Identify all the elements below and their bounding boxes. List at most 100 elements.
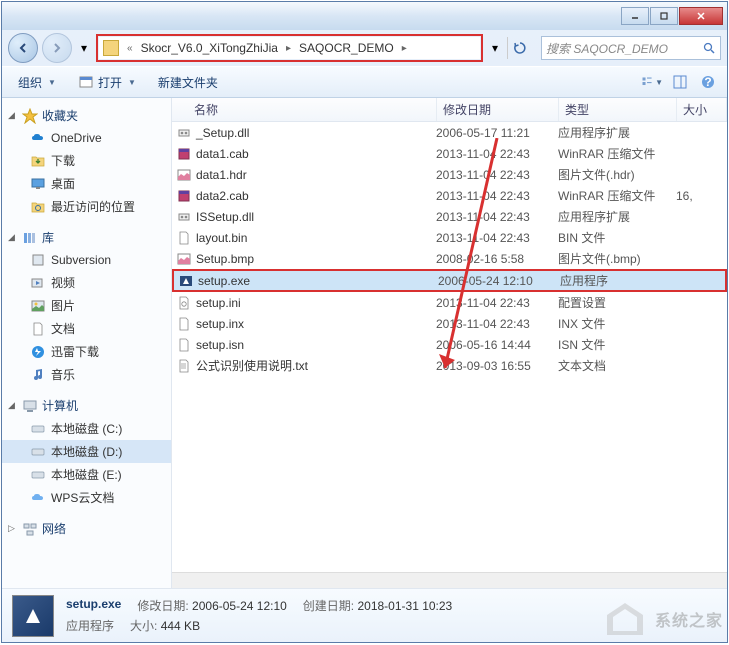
breadcrumb-highlight: « Skocr_V6.0_XiTongZhiJia ▸ SAQOCR_DEMO … xyxy=(96,34,483,62)
file-row[interactable]: ISSetup.dll2013-11-04 22:43应用程序扩展 xyxy=(172,206,727,227)
sidebar-item-disk-d[interactable]: 本地磁盘 (D:) xyxy=(2,440,171,463)
sidebar-item-documents[interactable]: 文档 xyxy=(2,317,171,340)
sidebar-item-videos[interactable]: 视频 xyxy=(2,271,171,294)
forward-button[interactable] xyxy=(42,33,72,63)
file-pane: 名称 修改日期 类型 大小 _Setup.dll2006-05-17 11:21… xyxy=(172,98,727,588)
back-button[interactable] xyxy=(8,33,38,63)
cloud-icon xyxy=(30,130,46,146)
image-icon xyxy=(176,167,192,183)
collapse-icon: ◢ xyxy=(8,232,18,243)
sidebar-computer-header[interactable]: ◢计算机 xyxy=(2,394,171,417)
document-icon xyxy=(30,321,46,337)
preview-pane-button[interactable] xyxy=(669,71,691,93)
star-icon xyxy=(22,108,38,124)
column-size[interactable]: 大小 xyxy=(677,98,727,121)
view-options-button[interactable]: ▼ xyxy=(641,71,663,93)
exe-icon xyxy=(178,273,194,289)
chevron-right-icon[interactable]: ▸ xyxy=(286,43,291,54)
cloud-icon xyxy=(30,490,46,506)
xunlei-icon xyxy=(30,344,46,360)
maximize-button[interactable] xyxy=(650,7,678,25)
image-icon xyxy=(176,251,192,267)
file-row[interactable]: setup.inx2013-11-04 22:43INX 文件 xyxy=(172,313,727,334)
sidebar-item-disk-e[interactable]: 本地磁盘 (E:) xyxy=(2,463,171,486)
file-icon xyxy=(176,230,192,246)
organize-button[interactable]: 组织▼ xyxy=(10,71,64,94)
nav-history-dropdown[interactable]: ▾ xyxy=(76,36,92,60)
computer-icon xyxy=(22,398,38,414)
search-input[interactable]: 搜索 SAQOCR_DEMO xyxy=(541,36,721,60)
details-moddate-label: 修改日期: xyxy=(137,599,188,613)
library-icon xyxy=(22,230,38,246)
column-headers: 名称 修改日期 类型 大小 xyxy=(172,98,727,122)
archive-icon xyxy=(176,146,192,162)
file-row[interactable]: layout.bin2013-11-04 22:43BIN 文件 xyxy=(172,227,727,248)
toolbar: 组织▼ 打开▼ 新建文件夹 ▼ ? xyxy=(2,66,727,98)
sidebar: ◢收藏夹 OneDrive 下载 桌面 最近访问的位置 ◢库 Subversio… xyxy=(2,98,172,588)
file-thumbnail xyxy=(12,595,54,637)
file-icon xyxy=(176,316,192,332)
video-icon xyxy=(30,275,46,291)
dropdown-icon: ▼ xyxy=(655,78,663,87)
column-type[interactable]: 类型 xyxy=(559,98,677,121)
disk-icon xyxy=(30,467,46,483)
sidebar-favorites-header[interactable]: ◢收藏夹 xyxy=(2,104,171,127)
file-row[interactable]: Setup.bmp2008-02-16 5:58图片文件(.bmp) xyxy=(172,248,727,269)
breadcrumb[interactable]: « Skocr_V6.0_XiTongZhiJia ▸ SAQOCR_DEMO … xyxy=(99,37,480,59)
file-row[interactable]: data1.cab2013-11-04 22:43WinRAR 压缩文件 xyxy=(172,143,727,164)
sidebar-item-pictures[interactable]: 图片 xyxy=(2,294,171,317)
file-row[interactable]: 公式识别使用说明.txt2013-09-03 16:55文本文档 xyxy=(172,355,727,376)
sidebar-item-onedrive[interactable]: OneDrive xyxy=(2,127,171,149)
details-size: 444 KB xyxy=(161,619,200,633)
music-icon xyxy=(30,367,46,383)
search-placeholder: 搜索 SAQOCR_DEMO xyxy=(542,40,698,57)
network-icon xyxy=(22,521,38,537)
breadcrumb-dropdown[interactable]: ▾ xyxy=(487,36,503,60)
column-name[interactable]: 名称 xyxy=(172,98,437,121)
sidebar-item-wps-cloud[interactable]: WPS云文档 xyxy=(2,486,171,509)
sidebar-item-subversion[interactable]: Subversion xyxy=(2,249,171,271)
details-pane: setup.exe 修改日期: 2006-05-24 12:10 创建日期: 2… xyxy=(2,588,727,642)
sidebar-item-downloads[interactable]: 下载 xyxy=(2,149,171,172)
folder-icon xyxy=(103,40,119,56)
minimize-button[interactable] xyxy=(621,7,649,25)
chevron-right-icon[interactable]: ▸ xyxy=(402,43,407,54)
dll-icon xyxy=(176,125,192,141)
file-row-selected[interactable]: setup.exe2006-05-24 12:10应用程序 xyxy=(172,269,727,292)
file-row[interactable]: setup.isn2006-05-16 14:44ISN 文件 xyxy=(172,334,727,355)
navbar: ▾ « Skocr_V6.0_XiTongZhiJia ▸ SAQOCR_DEM… xyxy=(2,30,727,66)
file-row[interactable]: data2.cab2013-11-04 22:43WinRAR 压缩文件16, xyxy=(172,185,727,206)
sidebar-item-disk-c[interactable]: 本地磁盘 (C:) xyxy=(2,417,171,440)
disk-icon xyxy=(30,444,46,460)
details-created: 2018-01-31 10:23 xyxy=(357,599,452,613)
ini-icon xyxy=(176,295,192,311)
file-row[interactable]: setup.ini2013-11-04 22:43配置设置 xyxy=(172,292,727,313)
desktop-icon xyxy=(30,176,46,192)
open-button[interactable]: 打开▼ xyxy=(70,71,144,94)
chevron-icon[interactable]: « xyxy=(127,43,133,54)
sidebar-item-music[interactable]: 音乐 xyxy=(2,363,171,386)
sidebar-item-desktop[interactable]: 桌面 xyxy=(2,172,171,195)
column-date[interactable]: 修改日期 xyxy=(437,98,559,121)
file-icon xyxy=(176,337,192,353)
breadcrumb-segment[interactable]: Skocr_V6.0_XiTongZhiJia xyxy=(137,39,282,57)
file-row[interactable]: data1.hdr2013-11-04 22:43图片文件(.hdr) xyxy=(172,164,727,185)
sidebar-item-xunlei[interactable]: 迅雷下载 xyxy=(2,340,171,363)
sidebar-item-recent[interactable]: 最近访问的位置 xyxy=(2,195,171,218)
horizontal-scrollbar[interactable] xyxy=(172,572,727,588)
text-icon xyxy=(176,358,192,374)
close-button[interactable] xyxy=(679,7,723,25)
new-folder-button[interactable]: 新建文件夹 xyxy=(150,71,226,94)
dropdown-icon: ▼ xyxy=(128,78,136,87)
svg-text:?: ? xyxy=(704,75,711,89)
file-row[interactable]: _Setup.dll2006-05-17 11:21应用程序扩展 xyxy=(172,122,727,143)
sidebar-network-header[interactable]: ▷网络 xyxy=(2,517,171,540)
search-icon[interactable] xyxy=(698,42,720,55)
archive-icon xyxy=(176,188,192,204)
details-filename: setup.exe xyxy=(66,597,121,614)
download-icon xyxy=(30,153,46,169)
help-button[interactable]: ? xyxy=(697,71,719,93)
breadcrumb-segment[interactable]: SAQOCR_DEMO xyxy=(295,39,398,57)
refresh-button[interactable] xyxy=(507,37,531,59)
sidebar-libraries-header[interactable]: ◢库 xyxy=(2,226,171,249)
